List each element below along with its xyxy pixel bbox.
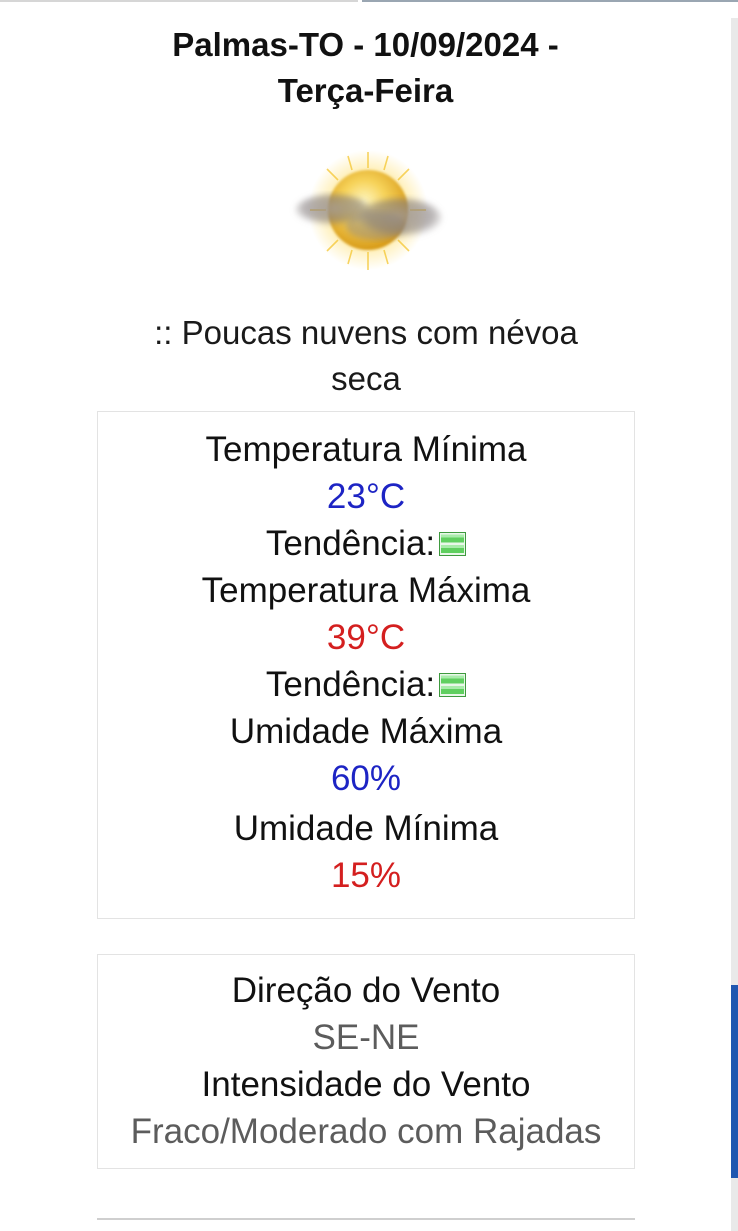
- stable-trend-icon: [439, 662, 467, 697]
- wind-intensity-value: Fraco/Moderado com Rajadas: [130, 1112, 602, 1151]
- weather-description-line-2: seca: [331, 360, 401, 397]
- min-humidity-label: Umidade Mínima: [233, 809, 499, 848]
- sun-with-haze-cloud-icon: [288, 148, 448, 274]
- max-humidity-label: Umidade Máxima: [229, 712, 503, 751]
- page-title-line-1: Palmas-TO - 10/09/2024 -: [172, 26, 559, 63]
- temperature-card: Temperatura Mínima 23°C Tendência: Tempe…: [97, 411, 635, 919]
- wind-card: Direção do Vento SE-NE Intensidade do Ve…: [97, 954, 635, 1169]
- weather-description-line-1: :: Poucas nuvens com névoa: [154, 314, 578, 351]
- min-trend-label: Tendência:: [265, 524, 436, 563]
- min-temperature-label: Temperatura Mínima: [205, 430, 527, 469]
- max-temperature-value: 39°C: [326, 618, 406, 657]
- max-humidity-value: 60%: [330, 759, 402, 798]
- wind-direction-label: Direção do Vento: [231, 971, 501, 1010]
- bottom-divider: [97, 1218, 635, 1220]
- stable-trend-icon: [439, 521, 467, 556]
- weather-description: :: Poucas nuvens com névoa seca: [60, 310, 672, 402]
- min-humidity-value: 15%: [330, 856, 402, 895]
- min-trend: Tendência:: [98, 520, 634, 567]
- page-title: Palmas-TO - 10/09/2024 - Terça-Feira: [0, 22, 731, 114]
- scrollbar-thumb[interactable]: [731, 985, 738, 1178]
- wind-intensity-label: Intensidade do Vento: [201, 1065, 531, 1104]
- wind-direction-value: SE-NE: [312, 1018, 420, 1057]
- max-trend-label: Tendência:: [265, 665, 436, 704]
- page-title-line-2: Terça-Feira: [277, 72, 454, 109]
- top-divider-left: [0, 0, 358, 2]
- max-temperature-label: Temperatura Máxima: [201, 571, 531, 610]
- min-temperature-value: 23°C: [326, 477, 406, 516]
- max-trend: Tendência:: [98, 661, 634, 708]
- top-divider-right: [362, 0, 738, 2]
